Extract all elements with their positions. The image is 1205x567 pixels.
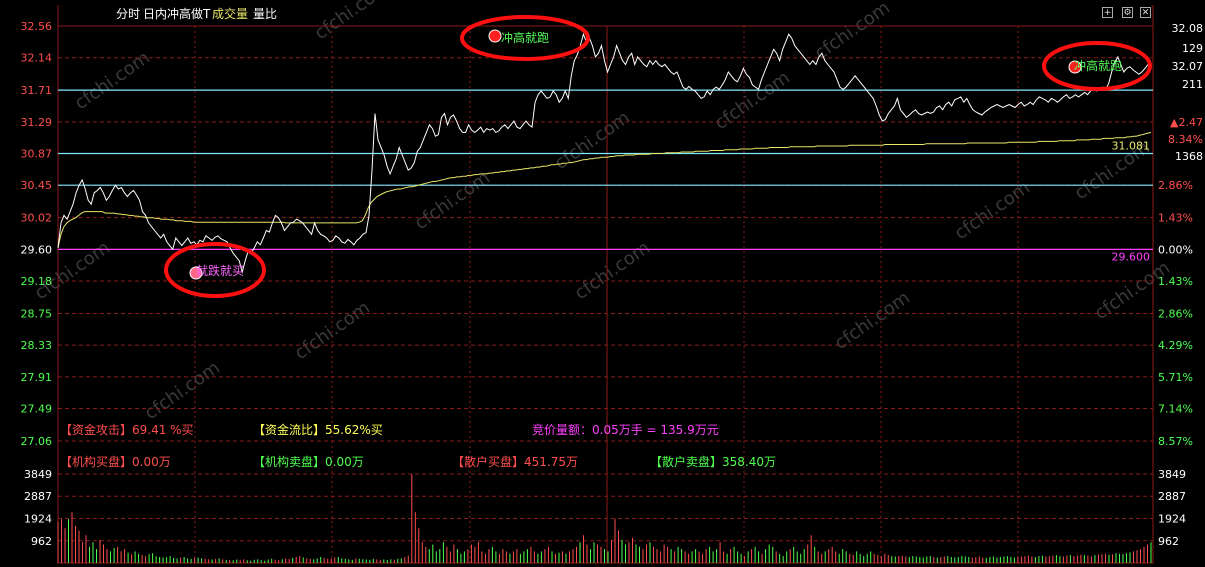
stat-fund-attack: 【资金攻击】69.41 %买 [60, 423, 194, 437]
intraday-chart[interactable]: cfchi.com cfchi.com cfchi.com cfchi.com cfch… [0, 0, 1205, 567]
avg-price-label: 31.081 [1112, 140, 1151, 153]
prev-close-label: 29.600 [1112, 250, 1151, 263]
y-tick-label-pct: 1.43% [1158, 212, 1193, 225]
y-tick-label-pct: 2.86% [1158, 307, 1193, 320]
ratio-label[interactable]: 量比 [253, 5, 277, 22]
stat-fund-flow: 【资金流比】55.62%买 [253, 423, 383, 437]
avg-price-line [57, 131, 1152, 248]
watermark-text: cfchi.com [71, 47, 154, 114]
y-tick-label-pct: 5.71% [1158, 371, 1193, 384]
sell-signal-icon [488, 29, 502, 43]
info-panel-value: 8.34% [1168, 133, 1203, 146]
watermark-text: cfchi.com [711, 67, 794, 134]
y-tick-label-pct: 0.00% [1158, 243, 1193, 256]
y-tick-label: 29.60 [21, 243, 53, 256]
volume-tick-label-right: 962 [1158, 535, 1179, 548]
stat-auction: 竞价量额：0.05万手 = 135.9万元 [532, 423, 719, 437]
y-tick-label: 30.02 [21, 212, 53, 225]
stat-retail-buy: 【散户买盘】451.75万 [452, 455, 578, 469]
volume-label[interactable]: 成交量 [212, 5, 248, 22]
y-tick-label-pct: 2.86% [1158, 179, 1193, 192]
volume-tick-label: 2887 [24, 490, 52, 503]
volume-tick-label: 1924 [24, 513, 52, 526]
y-tick-label: 27.06 [21, 435, 53, 448]
info-panel-value: ▲2.47 [1170, 116, 1203, 129]
signal-label: 冲高就跑 [1074, 58, 1122, 73]
y-tick-label: 29.18 [21, 275, 53, 288]
info-panel-value: 1368 [1175, 150, 1203, 163]
volume-tick-label-right: 2887 [1158, 490, 1186, 503]
y-tick-label: 31.29 [21, 116, 53, 129]
y-tick-label: 30.45 [21, 179, 53, 192]
info-panel-value: 32.08 [1172, 22, 1204, 35]
plus-square-icon[interactable]: + [1102, 7, 1113, 18]
y-tick-label-pct: 7.14% [1158, 403, 1193, 416]
watermark-text: cfchi.com [411, 167, 494, 234]
signal-label: 就跌就买 [196, 263, 244, 278]
watermark-text: cfchi.com [951, 177, 1034, 244]
y-tick-label: 32.56 [21, 20, 53, 33]
watermark-text: cfchi.com [311, 0, 394, 44]
tab-intraday[interactable]: 分时 [116, 5, 140, 22]
info-panel-value: 211 [1182, 78, 1203, 91]
y-tick-label: 28.75 [21, 307, 53, 320]
info-panel-value: 32.07 [1172, 60, 1204, 73]
stat-inst-sell: 【机构卖盘】0.00万 [253, 455, 364, 469]
y-tick-label: 27.91 [21, 371, 53, 384]
volume-tick-label: 3849 [24, 468, 52, 481]
volume-tick-label-right: 1924 [1158, 513, 1186, 526]
stat-retail-sell: 【散户卖盘】358.40万 [650, 455, 776, 469]
volume-tick-label-right: 3849 [1158, 468, 1186, 481]
watermark-text: cfchi.com [551, 107, 634, 174]
y-tick-label: 32.14 [21, 52, 53, 65]
y-tick-label: 30.87 [21, 148, 53, 161]
y-tick-label: 27.49 [21, 403, 53, 416]
gear-icon[interactable]: ⚙ [1122, 7, 1133, 18]
watermark-text: cfchi.com [571, 237, 654, 304]
y-tick-label-pct: 1.43% [1158, 275, 1193, 288]
info-panel-value: 129 [1182, 42, 1203, 55]
y-tick-label-pct: 4.29% [1158, 339, 1193, 352]
watermark-text: cfchi.com [831, 287, 914, 354]
y-tick-label: 28.33 [21, 339, 53, 352]
signal-label: 冲高就跑 [501, 30, 549, 45]
y-tick-label-pct: 8.57% [1158, 435, 1193, 448]
volume-tick-label: 962 [31, 535, 52, 548]
indicator-name[interactable]: 日内冲高做T [143, 5, 210, 22]
stock-name: 一博科技 [60, 7, 109, 21]
watermark-text: cfchi.com [141, 357, 224, 424]
stat-inst-buy: 【机构买盘】0.00万 [60, 455, 171, 469]
close-square-icon[interactable]: ✕ [1140, 7, 1151, 18]
y-tick-label: 31.71 [21, 84, 53, 97]
